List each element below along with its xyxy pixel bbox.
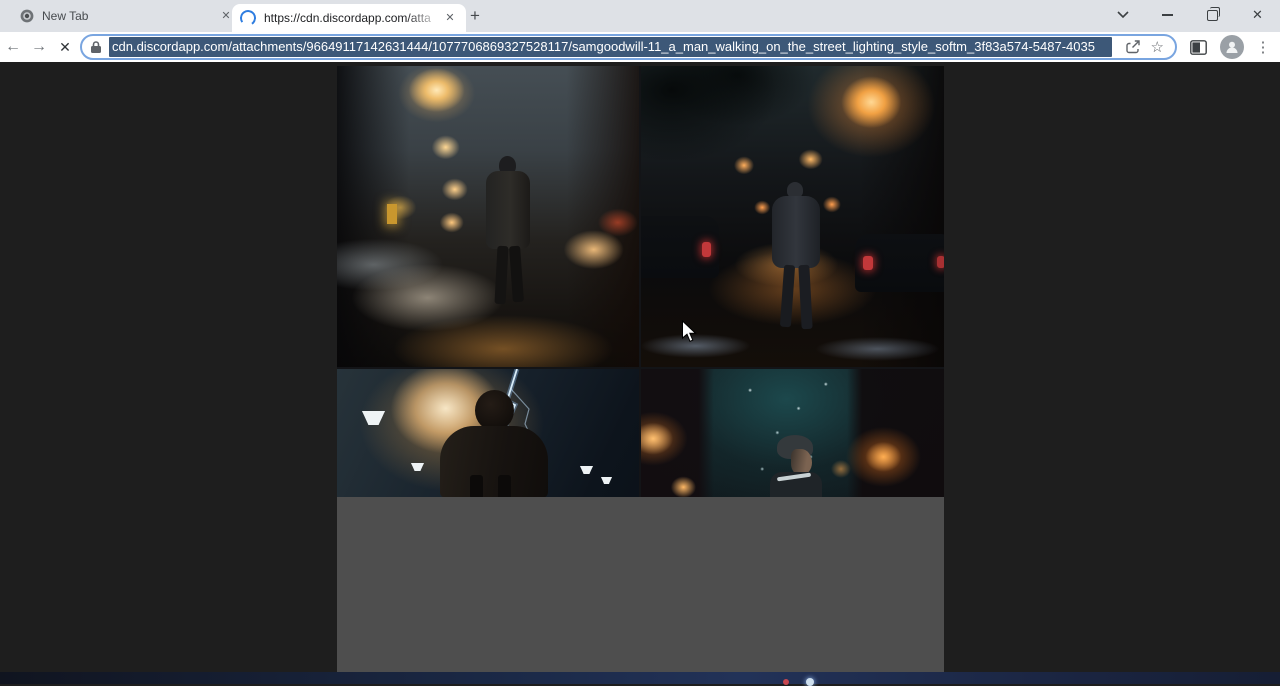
address-bar[interactable]: cdn.discordapp.com/attachments/966491171…	[80, 34, 1177, 60]
shop-sign	[387, 204, 397, 224]
discord-attachment-image[interactable]	[337, 66, 944, 672]
windows-taskbar-sliver	[0, 672, 1280, 684]
tab-discord-cdn[interactable]: https://cdn.discordapp.com/atta ✕	[232, 4, 466, 32]
street-lamp	[601, 477, 612, 484]
stop-loading-button[interactable]: ✕	[52, 34, 78, 60]
minimize-button[interactable]	[1145, 0, 1190, 30]
page-content	[0, 62, 1280, 672]
tail-light	[702, 242, 711, 257]
mouse-cursor	[681, 320, 699, 344]
backpack-strap	[498, 475, 511, 499]
browser-menu-icon[interactable]: ⋮	[1252, 38, 1274, 56]
backpack-strap	[470, 475, 483, 499]
taskbar-icon-dot	[806, 678, 814, 686]
street-lamp	[580, 466, 593, 474]
taskbar-icon-dot	[783, 679, 789, 685]
man-silhouette-leg	[798, 265, 812, 329]
tab-new-tab[interactable]: New Tab ✕	[14, 0, 240, 31]
minimize-icon	[1162, 14, 1173, 16]
man-silhouette-leg	[494, 246, 508, 304]
image-quadrant-top-left	[337, 66, 639, 367]
parked-car	[855, 234, 944, 292]
tab-strip: New Tab ✕ https://cdn.discordapp.com/att…	[0, 0, 1280, 32]
toolbar-right-icons: ⋮	[1185, 35, 1274, 59]
share-icon[interactable]	[1125, 39, 1141, 55]
restore-button[interactable]	[1190, 0, 1235, 30]
street-lamp	[362, 411, 385, 425]
forward-button[interactable]: →	[26, 34, 52, 60]
url-text-selected[interactable]: cdn.discordapp.com/attachments/966491171…	[109, 37, 1112, 57]
tail-light	[863, 256, 873, 270]
restore-icon	[1207, 10, 1218, 21]
back-button[interactable]: ←	[0, 34, 26, 60]
lock-icon	[90, 40, 102, 54]
bookmark-star-icon[interactable]: ☆	[1151, 38, 1164, 56]
chrome-chevron-down-icon[interactable]	[1100, 0, 1145, 30]
man-silhouette-hood	[440, 426, 548, 498]
close-window-button[interactable]: ✕	[1235, 0, 1280, 30]
tab-title: https://cdn.discordapp.com/atta	[264, 11, 442, 25]
loading-spinner-icon	[239, 9, 258, 28]
man-silhouette-torso	[772, 196, 820, 268]
parked-car	[641, 216, 719, 278]
man-silhouette-leg	[780, 265, 795, 328]
man-silhouette-leg	[509, 246, 524, 303]
man-silhouette-torso	[486, 171, 530, 249]
street-lamp	[411, 463, 424, 471]
browser-toolbar: ← → ✕ cdn.discordapp.com/attachments/966…	[0, 32, 1280, 62]
new-tab-button[interactable]: +	[464, 6, 486, 28]
close-tab-icon[interactable]: ✕	[442, 10, 458, 26]
chrome-logo-icon	[20, 9, 34, 23]
profile-avatar[interactable]	[1220, 35, 1244, 59]
tab-title: New Tab	[42, 9, 218, 23]
man-silhouette-head	[475, 390, 514, 431]
tail-light	[937, 256, 944, 268]
image-loading-placeholder	[337, 497, 944, 672]
window-controls: ✕	[1100, 0, 1280, 30]
side-panel-icon[interactable]	[1190, 40, 1207, 55]
